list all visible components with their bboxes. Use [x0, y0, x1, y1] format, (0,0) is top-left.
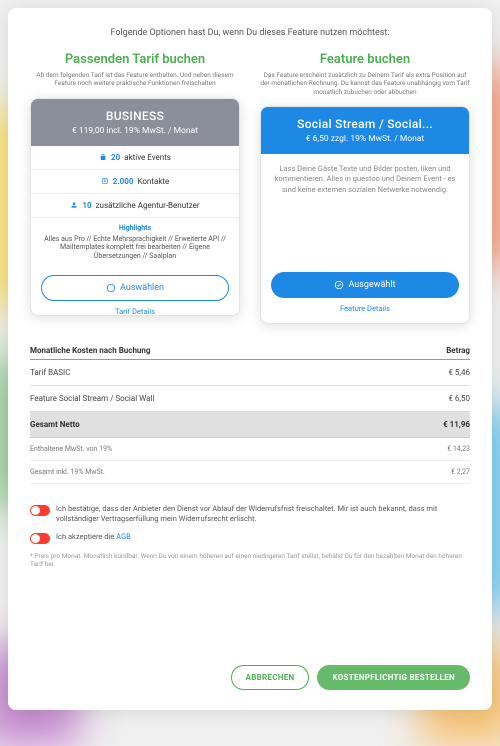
- tariff-details-link[interactable]: Tarif Details: [41, 307, 229, 316]
- feature-details-link[interactable]: Feature Details: [271, 304, 459, 313]
- select-tariff-button[interactable]: Auswählen: [41, 275, 229, 301]
- tariff-feature-events: 20 aktive Events: [31, 146, 239, 170]
- cost-vat: Enthaltene MwSt. von 19% € 14,23: [30, 438, 470, 461]
- feature-title: Feature buchen: [260, 52, 470, 67]
- price-note: * Preis pro Monat. Monatlich kündbar. We…: [30, 552, 470, 569]
- tariff-card-header: BUSINESS € 119,00 incl. 19% MwSt. / Mona…: [31, 99, 239, 146]
- tariff-feature-contacts: 2.000 Kontakte: [31, 170, 239, 194]
- cost-total-net: Gesamt Netto € 11,96: [30, 412, 470, 438]
- agb-toggle[interactable]: [30, 533, 50, 544]
- options-columns: Passenden Tarif buchen Ab dem folgenden …: [30, 52, 470, 324]
- cost-header: Monatliche Kosten nach Buchung Betrag: [30, 346, 470, 360]
- user-icon: [70, 201, 78, 209]
- withdrawal-toggle[interactable]: [30, 505, 50, 516]
- modal-actions: ABBRECHEN KOSTENPFLICHTIG BESTELLEN: [30, 651, 470, 690]
- feature-card-header: Social Stream / Social... € 6,50 zzgl. 1…: [261, 107, 469, 154]
- contact-icon: [101, 177, 109, 185]
- selected-feature-button[interactable]: Ausgewählt: [271, 272, 459, 298]
- tariff-card: BUSINESS € 119,00 incl. 19% MwSt. / Mona…: [30, 98, 240, 316]
- feature-subtitle: Das Feature erscheint zusätzlich zu Dein…: [260, 71, 470, 96]
- cost-table: Monatliche Kosten nach Buchung Betrag Ta…: [30, 346, 470, 484]
- tariff-subtitle: Ab dem folgenden Tarif ist das Feature e…: [30, 71, 240, 88]
- cost-row-tariff: Tarif BASIC € 5,46: [30, 360, 470, 386]
- confirm-withdrawal: Ich bestätige, dass der Anbieter den Die…: [30, 504, 470, 524]
- tariff-title: Passenden Tarif buchen: [30, 52, 240, 67]
- feature-card-footer: Ausgewählt Feature Details: [261, 264, 469, 323]
- order-button[interactable]: KOSTENPFLICHTIG BESTELLEN: [317, 665, 470, 690]
- cancel-button[interactable]: ABBRECHEN: [231, 665, 310, 690]
- feature-price: € 6,50 zzgl. 19% MwSt. / Monat: [269, 134, 461, 144]
- check-circle-icon: [334, 280, 344, 290]
- cost-total-gross: Gesamt inkl. 19% MwSt. € 2,27: [30, 461, 470, 484]
- intro-text: Folgende Optionen hast Du, wenn Du diese…: [30, 28, 470, 38]
- tariff-highlights: Highlights Alles aus Pro // Echte Mehrsp…: [31, 218, 239, 267]
- tariff-feature-users: 10 zusätzliche Agentur-Benutzer: [31, 194, 239, 218]
- cost-row-feature: Feature Social Stream / Social Wall € 6,…: [30, 386, 470, 412]
- tariff-price: € 119,00 incl. 19% MwSt. / Monat: [39, 126, 231, 136]
- feature-card: Social Stream / Social... € 6,50 zzgl. 1…: [260, 106, 470, 324]
- tariff-column: Passenden Tarif buchen Ab dem folgenden …: [30, 52, 240, 324]
- feature-column: Feature buchen Das Feature erscheint zus…: [260, 52, 470, 324]
- tariff-card-footer: Auswählen Tarif Details: [31, 267, 239, 316]
- confirmations: Ich bestätige, dass der Anbieter den Die…: [30, 504, 470, 568]
- feature-name: Social Stream / Social...: [269, 117, 461, 131]
- circle-icon: [106, 283, 116, 293]
- agb-link[interactable]: AGB: [116, 532, 131, 541]
- confirm-agb: Ich akzeptiere die AGB: [30, 532, 470, 544]
- lock-icon: [99, 153, 107, 161]
- feature-description: Lass Deine Gäste Texte und Bilder posten…: [261, 154, 469, 264]
- booking-modal: Folgende Optionen hast Du, wenn Du diese…: [8, 8, 492, 710]
- tariff-name: BUSINESS: [39, 109, 231, 123]
